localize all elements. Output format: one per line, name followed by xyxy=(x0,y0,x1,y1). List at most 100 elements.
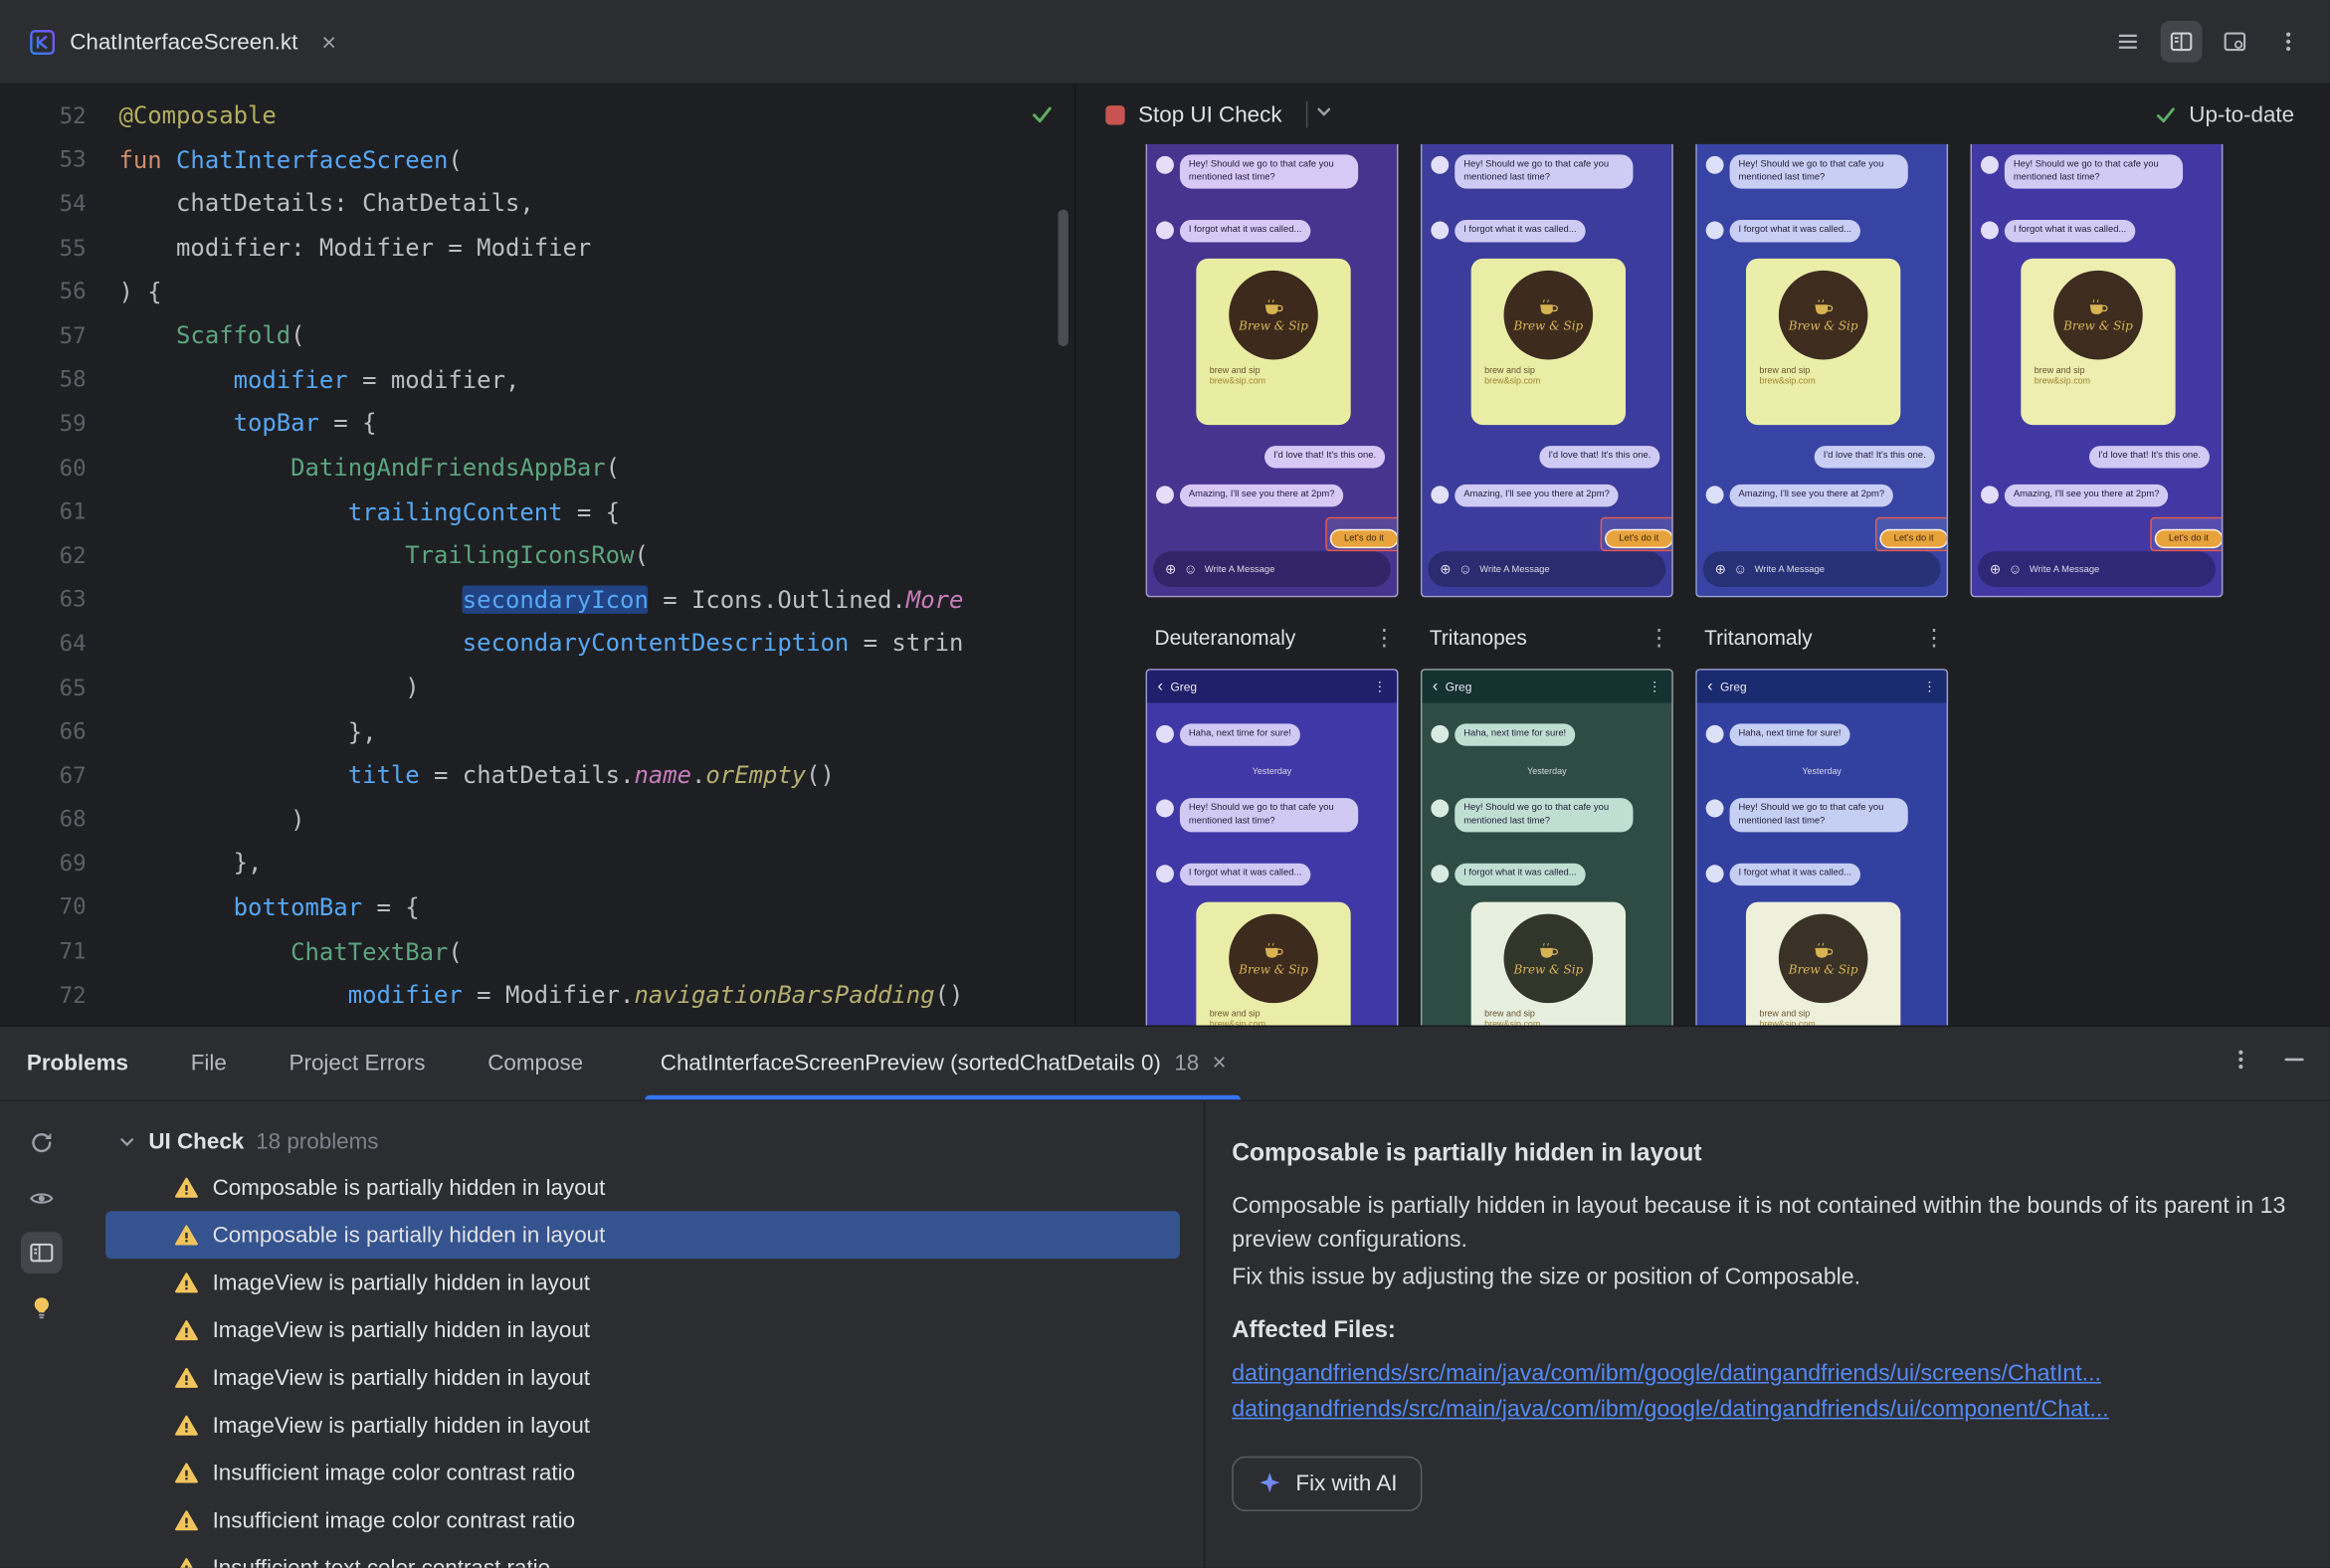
problem-item[interactable]: Composable is partially hidden in layout xyxy=(105,1211,1180,1260)
preview-variant-label: Tritanopes ⋮ xyxy=(1421,617,1676,659)
details-view-icon[interactable] xyxy=(20,1232,62,1274)
lightbulb-icon[interactable] xyxy=(20,1286,62,1328)
code-line[interactable]: 65 ) xyxy=(0,666,1074,709)
code-line[interactable]: 59 topBar = { xyxy=(0,402,1074,446)
kebab-icon[interactable]: ⋮ xyxy=(1373,624,1395,651)
inspections-ok-icon[interactable] xyxy=(1030,102,1054,132)
panel-more-icon[interactable] xyxy=(2229,1048,2252,1078)
file-tab[interactable]: ChatInterfaceScreen.kt × xyxy=(0,0,366,84)
code-line[interactable]: 71 ChatTextBar( xyxy=(0,929,1074,973)
avatar xyxy=(1705,799,1724,818)
message-bar: ⊕ ☺ Write A Message xyxy=(1428,551,1666,587)
chat-bubble: Amazing, I'll see you there at 2pm? xyxy=(1179,484,1344,506)
preview-variant-label: Deuteranomaly ⋮ xyxy=(1146,617,1402,659)
code-line[interactable]: 55 modifier: Modifier = Modifier xyxy=(0,226,1074,270)
chevron-down-icon[interactable] xyxy=(1313,100,1334,128)
code-line[interactable]: 72 modifier = Modifier.navigationBarsPad… xyxy=(0,973,1074,1017)
preview-eye-icon[interactable] xyxy=(20,1177,62,1219)
coffee-logo-circle: Brew & Sip xyxy=(1229,270,1318,360)
ui-check-group[interactable]: UI Check 18 problems xyxy=(82,1119,1204,1164)
chat-preview-phone[interactable]: ‹Greg⋮Haha, next time for sure!Yesterday… xyxy=(1145,143,1399,598)
coffee-shop-card: Brew & Sipbrew and sipbrew&sip.com xyxy=(1745,901,1901,1026)
detail-body: Composable is partially hidden in layout… xyxy=(1232,1193,2286,1254)
code-editor[interactable]: 52 @Composable 53 fun ChatInterfaceScreen(5… xyxy=(0,85,1076,1026)
refresh-icon[interactable] xyxy=(20,1122,62,1164)
problem-item[interactable]: ImageView is partially hidden in layout xyxy=(105,1259,1180,1306)
affected-file-link[interactable]: datingandfriends/src/main/java/com/ibm/g… xyxy=(1232,1392,2288,1427)
reply-chip: Let's do it xyxy=(1878,527,1947,548)
code-line[interactable]: 73 onAddClick = {} xyxy=(0,1017,1074,1026)
code-line[interactable]: 54 chatDetails: ChatDetails, xyxy=(0,181,1074,225)
split-editor-icon[interactable] xyxy=(2160,20,2203,63)
coffee-cup-icon xyxy=(2089,298,2108,314)
fix-with-ai-button[interactable]: Fix with AI xyxy=(1232,1456,1423,1511)
message-bar: ⊕ ☺ Write A Message xyxy=(1153,551,1392,587)
problem-item[interactable]: Insufficient image color contrast ratio xyxy=(105,1449,1180,1496)
status-label: Up-to-date xyxy=(2189,101,2295,127)
card-subtitle: brew and sip xyxy=(1209,366,1261,376)
coffee-logo-circle: Brew & Sip xyxy=(1229,913,1318,1004)
more-options-icon[interactable] xyxy=(2267,21,2309,63)
chat-bubble: Amazing, I'll see you there at 2pm? xyxy=(1455,484,1619,506)
variant-name: Deuteranomaly xyxy=(1154,625,1296,650)
problem-item[interactable]: Composable is partially hidden in layout xyxy=(105,1163,1180,1211)
stop-ui-check-button[interactable]: Stop UI Check xyxy=(1093,93,1293,137)
code-line[interactable]: 52 @Composable xyxy=(0,94,1074,137)
problem-item[interactable]: ImageView is partially hidden in layout xyxy=(105,1354,1180,1402)
editor-scrollbar[interactable] xyxy=(1058,209,1068,347)
code-line[interactable]: 62 TrailingIconsRow( xyxy=(0,533,1074,577)
code-line[interactable]: 66 }, xyxy=(0,709,1074,753)
emoji-icon: ☺ xyxy=(1183,560,1198,576)
tab-close-icon[interactable]: × xyxy=(1213,1050,1227,1077)
tab-ui-check-preview[interactable]: ChatInterfaceScreenPreview (sortedChatDe… xyxy=(645,1027,1242,1100)
chat-preview-phone[interactable]: ‹Greg⋮Haha, next time for sure!Yesterday… xyxy=(1420,669,1673,1026)
code-line[interactable]: 61 trailingContent = { xyxy=(0,490,1074,533)
code-line[interactable]: 63 secondaryIcon = Icons.Outlined.More xyxy=(0,577,1074,621)
chat-preview-phone[interactable]: ‹Greg⋮Haha, next time for sure!Yesterday… xyxy=(1695,143,1949,598)
code-line[interactable]: 60 DatingAndFriendsAppBar( xyxy=(0,446,1074,490)
compose-preview-panel: Stop UI Check Up-to-date ‹ Greg ⋮ Haha, nex… xyxy=(1075,85,2330,1026)
chat-preview-phone[interactable]: ‹Greg⋮Haha, next time for sure!Yesterday… xyxy=(1695,669,1949,1026)
preview-toolbar: Stop UI Check Up-to-date xyxy=(1075,85,2330,144)
kebab-icon[interactable]: ⋮ xyxy=(1648,624,1669,651)
problem-item[interactable]: Insufficient image color contrast ratio xyxy=(105,1496,1180,1544)
chat-preview-phone[interactable]: ‹Greg⋮Haha, next time for sure!Yesterday… xyxy=(1420,143,1673,598)
code-line[interactable]: 64 secondaryContentDescription = strin xyxy=(0,622,1074,666)
code-line[interactable]: 56) { xyxy=(0,270,1074,313)
chat-preview-phone[interactable]: ‹Greg⋮Haha, next time for sure!Yesterday… xyxy=(1970,143,2224,598)
hide-panel-icon[interactable] xyxy=(2282,1048,2306,1078)
warning-icon xyxy=(175,1224,198,1245)
date-separator: Yesterday xyxy=(1252,768,1292,778)
tab-file[interactable]: File xyxy=(191,1027,227,1099)
chat-bubble: I'd love that! It's this one. xyxy=(2089,446,2210,468)
chat-bubble: I forgot what it was called... xyxy=(1179,220,1311,242)
code-line[interactable]: 53 fun ChatInterfaceScreen( xyxy=(0,137,1074,181)
code-line[interactable]: 70 bottomBar = { xyxy=(0,885,1074,929)
chat-bubble: I'd love that! It's this one. xyxy=(1814,446,1935,468)
problem-item[interactable]: ImageView is partially hidden in layout xyxy=(105,1306,1180,1354)
problem-item[interactable]: ImageView is partially hidden in layout xyxy=(105,1401,1180,1449)
back-icon: ‹ xyxy=(1707,677,1713,695)
tab-project-errors[interactable]: Project Errors xyxy=(290,1027,426,1099)
code-line[interactable]: 58 modifier = modifier, xyxy=(0,357,1074,401)
affected-file-link[interactable]: datingandfriends/src/main/java/com/ibm/g… xyxy=(1232,1357,2288,1392)
code-line[interactable]: 67 title = chatDetails.name.orEmpty() xyxy=(0,753,1074,797)
problem-item[interactable]: Insufficient text color contrast ratio xyxy=(105,1544,1180,1568)
avatar xyxy=(1156,865,1174,883)
brand-name: Brew & Sip xyxy=(1239,318,1308,332)
avatar xyxy=(1705,486,1724,504)
tab-close-icon[interactable]: × xyxy=(321,29,336,54)
tab-compose[interactable]: Compose xyxy=(487,1027,583,1099)
code-line[interactable]: 68 ) xyxy=(0,797,1074,841)
fix-with-ai-label: Fix with AI xyxy=(1295,1470,1398,1497)
reply-chip: Let's do it xyxy=(1604,527,1672,548)
coffee-shop-card: Brew & Sipbrew and sipbrew&sip.com xyxy=(1470,258,1626,426)
code-line[interactable]: 69 }, xyxy=(0,842,1074,885)
kebab-icon[interactable]: ⋮ xyxy=(1923,624,1945,651)
code-line[interactable]: 57 Scaffold( xyxy=(0,313,1074,357)
preview-layout-icon[interactable] xyxy=(2214,21,2255,63)
chat-preview-phone[interactable]: ‹Greg⋮Haha, next time for sure!Yesterday… xyxy=(1145,669,1399,1026)
problem-count-badge: 18 xyxy=(1174,1050,1200,1077)
structure-menu-icon[interactable] xyxy=(2107,21,2149,63)
problem-text: ImageView is partially hidden in layout xyxy=(212,1317,591,1343)
